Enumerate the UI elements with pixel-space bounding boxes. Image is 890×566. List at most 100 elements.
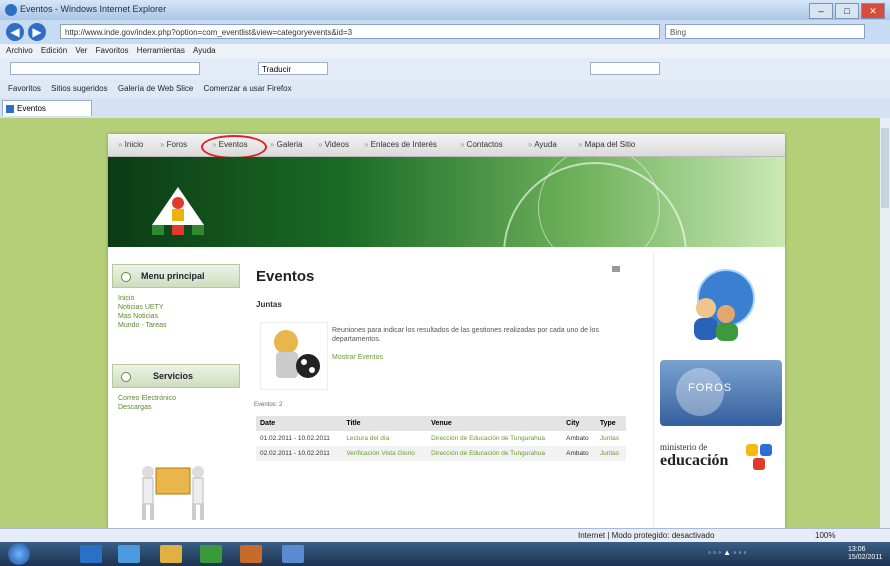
minimize-button[interactable]: –	[809, 3, 833, 19]
link-descargas[interactable]: Descargas	[118, 403, 176, 412]
status-text: Internet | Modo protegido: desactivado	[578, 531, 715, 540]
menu-edicion[interactable]: Edición	[41, 46, 67, 55]
menu-link-tareas[interactable]: Mundo - Tareas	[118, 321, 167, 330]
url-input[interactable]: http://www.inde.gov/index.php?option=com…	[60, 24, 660, 39]
ministerio-logo[interactable]: ministerio de educación	[658, 440, 784, 480]
cell-title[interactable]: Verificación Vista Glorio	[342, 446, 428, 461]
site-nav: Inicio Foros Eventos Galeria Videos Enla…	[108, 134, 785, 159]
fav-sitios-sugeridos[interactable]: Sitios sugeridos	[51, 84, 107, 93]
main-menu-header: Menu principal	[112, 264, 240, 288]
menu-herramientas[interactable]: Herramientas	[137, 46, 185, 55]
maximize-button[interactable]: □	[835, 3, 859, 19]
col-type[interactable]: Type	[595, 416, 626, 431]
scrollbar-thumb[interactable]	[881, 128, 889, 208]
taskbar-app-icon[interactable]	[80, 545, 102, 563]
window-titlebar: Eventos - Windows Internet Explorer – □ …	[0, 0, 890, 20]
favorites-bar: Favoritos Sitios sugeridos Galería de We…	[0, 80, 890, 98]
zoom-level[interactable]: 100%	[815, 531, 835, 540]
nav-galeria[interactable]: Galeria	[270, 140, 303, 149]
menu-link-noticias[interactable]: Noticias UETY	[118, 303, 167, 312]
start-button[interactable]	[8, 543, 30, 565]
people-globe-icon[interactable]	[680, 264, 760, 344]
cell-type[interactable]: Juntas	[596, 431, 626, 446]
menu-ver[interactable]: Ver	[75, 46, 87, 55]
search-input[interactable]: Bing	[665, 24, 865, 39]
toolbar-search-box[interactable]	[10, 62, 200, 75]
menu-link-inicio[interactable]: Inicio	[118, 294, 167, 303]
nav-ayuda[interactable]: Ayuda	[528, 140, 557, 149]
toolbar-input[interactable]	[590, 62, 660, 75]
scrollbar[interactable]	[880, 118, 890, 528]
nav-mapa[interactable]: Mapa del Sitio	[578, 140, 636, 149]
menu-ayuda[interactable]: Ayuda	[193, 46, 216, 55]
menu-archivo[interactable]: Archivo	[6, 46, 33, 55]
fav-web-slice[interactable]: Galería de Web Slice	[118, 84, 193, 93]
nav-enlaces[interactable]: Enlaces de Interés	[364, 140, 437, 149]
ie-icon	[5, 4, 17, 16]
cell-city: Ambato	[566, 435, 589, 442]
taskbar-folder-icon[interactable]	[160, 545, 182, 563]
menu-favoritos[interactable]: Favoritos	[96, 46, 129, 55]
favorites-button[interactable]: Favoritos	[8, 84, 41, 93]
menu-bullet-icon	[121, 272, 131, 282]
cell-date: 01.02.2011 - 10.02.2011	[260, 435, 330, 442]
clock[interactable]: 13:06 15/02/2011	[848, 546, 883, 562]
nav-contactos[interactable]: Contactos	[460, 140, 503, 149]
cell-title[interactable]: Lectura del día	[342, 431, 427, 446]
status-bar: Internet | Modo protegido: desactivado 1…	[0, 528, 890, 543]
site-logo	[152, 187, 204, 235]
translate-button[interactable]: Traducir	[258, 62, 328, 75]
system-tray[interactable]: ◦ ◦ ◦ ▲ ◦ ◦ ◦	[708, 548, 746, 557]
menu-bar: Archivo Edición Ver Favoritos Herramient…	[0, 44, 890, 58]
fav-firefox[interactable]: Comenzar a usar Firefox	[204, 84, 292, 93]
nav-videos[interactable]: Videos	[318, 140, 349, 149]
col-venue[interactable]: Venue	[427, 416, 563, 431]
show-events-link[interactable]: Mostrar Eventos	[332, 354, 383, 361]
page-title: Eventos	[256, 268, 315, 285]
address-bar: ◀ ▶ http://www.inde.gov/index.php?option…	[0, 20, 890, 44]
col-date[interactable]: Date	[256, 416, 343, 431]
cell-type[interactable]: Juntas	[595, 446, 626, 461]
movers-illustration	[142, 466, 204, 520]
window-title: Eventos - Windows Internet Explorer	[20, 4, 167, 14]
taskbar-ie-icon[interactable]	[118, 545, 140, 563]
print-icon[interactable]	[612, 266, 620, 272]
services-links: Correo Electrónico Descargas	[118, 394, 176, 412]
window-controls: – □ ✕	[809, 3, 885, 19]
taskbar-media-icon[interactable]	[240, 545, 262, 563]
category-description: Reuniones para indicar los resultados de…	[332, 327, 599, 343]
windows-taskbar: ◦ ◦ ◦ ▲ ◦ ◦ ◦ 13:06 15/02/2011	[0, 542, 890, 566]
highlight-circle	[201, 135, 267, 159]
col-title[interactable]: Title	[342, 416, 428, 431]
table-row: 02.02.2011 - 10.02.2011 Verificación Vis…	[256, 446, 626, 461]
services-bullet-icon	[121, 372, 131, 382]
juntas-icon	[260, 322, 328, 390]
cell-venue[interactable]: Dirección de Educación de Tungurahua	[427, 431, 562, 446]
events-table: Date Title Venue City Type 01.02.2011 - …	[256, 416, 626, 461]
nav-foros[interactable]: Foros	[160, 140, 187, 149]
tab-bar: Eventos	[0, 98, 890, 118]
events-count: Eventos: 2	[254, 402, 283, 408]
category-title: Juntas	[256, 300, 282, 309]
back-icon[interactable]: ◀	[6, 23, 24, 41]
link-correo[interactable]: Correo Electrónico	[118, 394, 176, 403]
forward-icon[interactable]: ▶	[28, 23, 46, 41]
cell-venue[interactable]: Dirección de Educación de Tungurahua	[427, 446, 563, 461]
close-button[interactable]: ✕	[861, 3, 885, 19]
nav-inicio[interactable]: Inicio	[118, 140, 144, 149]
menu-link-mas-noticias[interactable]: Mas Noticias	[118, 312, 167, 321]
main-content: Eventos Juntas Reuniones para indicar lo…	[248, 258, 634, 528]
taskbar-app-icon[interactable]	[282, 545, 304, 563]
cell-date: 02.02.2011 - 10.02.2011	[256, 446, 343, 461]
left-sidebar: Menu principal Inicio Noticias UETY Mas …	[112, 258, 240, 528]
col-city[interactable]: City	[562, 416, 596, 431]
table-row: 01.02.2011 - 10.02.2011 Lectura del día …	[256, 431, 626, 446]
page-viewport: Inicio Foros Eventos Galeria Videos Enla…	[0, 118, 890, 528]
tab-eventos[interactable]: Eventos	[2, 100, 92, 116]
services-header: Servicios	[112, 364, 240, 388]
foros-label: FOROS	[688, 382, 733, 394]
main-menu-links: Inicio Noticias UETY Mas Noticias Mundo …	[118, 294, 167, 330]
foros-banner[interactable]: FOROS	[660, 360, 782, 426]
toolbar: Traducir	[0, 58, 890, 80]
taskbar-app-icon[interactable]	[200, 545, 222, 563]
